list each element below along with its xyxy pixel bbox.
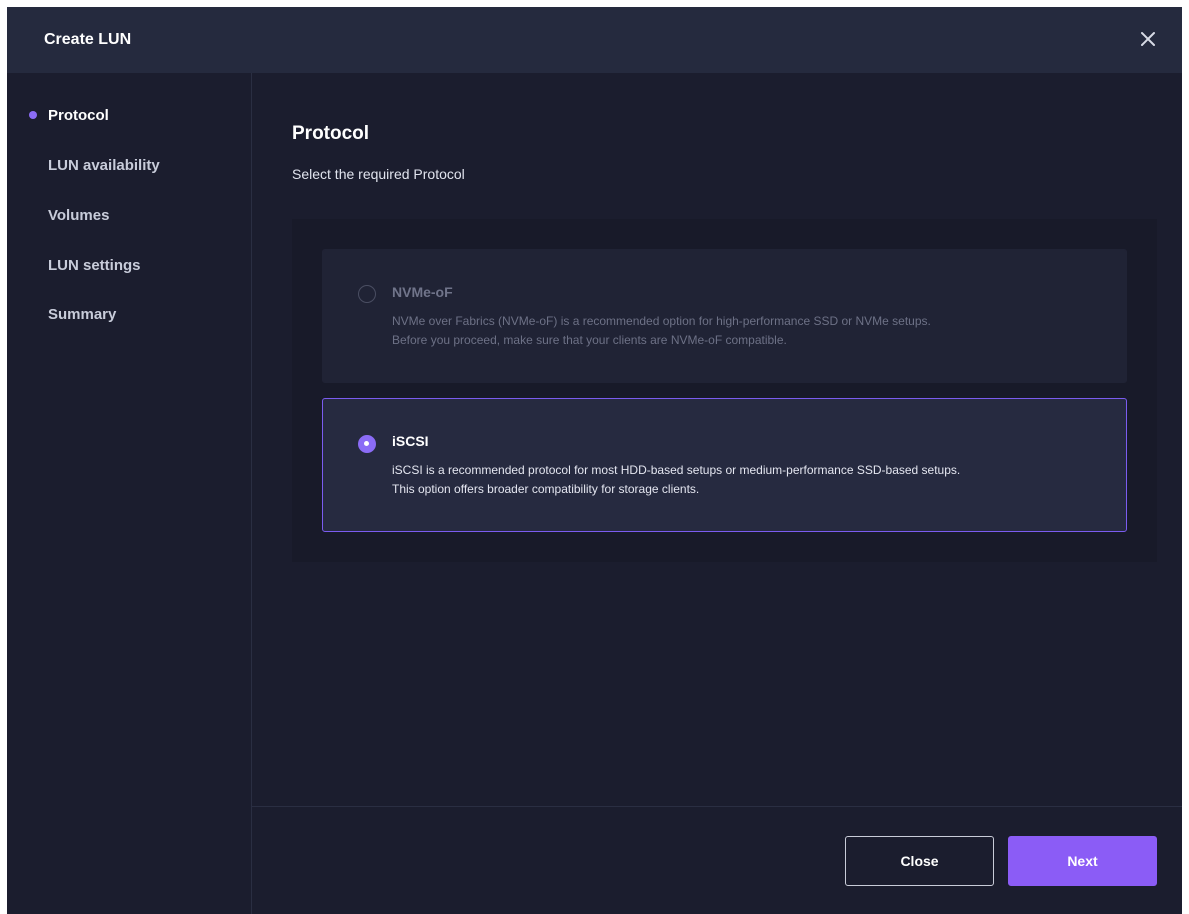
- next-button[interactable]: Next: [1008, 836, 1157, 886]
- option-description-line: Before you proceed, make sure that your …: [392, 333, 787, 347]
- wizard-steps-sidebar: Protocol LUN availability Volumes LUN se…: [7, 73, 252, 914]
- active-step-dot-icon: [29, 111, 37, 119]
- option-title: NVMe-oF: [392, 284, 453, 300]
- close-icon[interactable]: [1136, 27, 1160, 51]
- radio-iscsi[interactable]: [358, 435, 376, 453]
- option-title: iSCSI: [392, 433, 429, 449]
- step-volumes[interactable]: Volumes: [48, 207, 109, 224]
- dialog-header: Create LUN: [7, 7, 1182, 73]
- option-description-line: iSCSI is a recommended protocol for most…: [392, 463, 961, 477]
- main-content: Protocol Select the required Protocol NV…: [252, 73, 1182, 914]
- page-title: Protocol: [292, 123, 370, 144]
- create-lun-dialog: Create LUN Protocol LUN availability Vol…: [7, 7, 1182, 914]
- option-description-line: This option offers broader compatibility…: [392, 482, 700, 496]
- dialog-footer: Close Next: [252, 806, 1182, 914]
- option-description-line: NVMe over Fabrics (NVMe-oF) is a recomme…: [392, 314, 931, 328]
- close-button[interactable]: Close: [845, 836, 994, 886]
- option-iscsi[interactable]: iSCSI iSCSI is a recommended protocol fo…: [322, 398, 1127, 532]
- option-description: NVMe over Fabrics (NVMe-oF) is a recomme…: [392, 312, 1092, 350]
- step-protocol[interactable]: Protocol: [48, 107, 109, 124]
- page-subtitle: Select the required Protocol: [292, 166, 465, 182]
- option-nvme-of[interactable]: NVMe-oF NVMe over Fabrics (NVMe-oF) is a…: [322, 249, 1127, 383]
- step-lun-settings[interactable]: LUN settings: [48, 257, 141, 274]
- step-lun-availability[interactable]: LUN availability: [48, 157, 160, 174]
- option-description: iSCSI is a recommended protocol for most…: [392, 461, 1092, 499]
- protocol-options-panel: NVMe-oF NVMe over Fabrics (NVMe-oF) is a…: [292, 219, 1157, 562]
- dialog-title: Create LUN: [44, 31, 132, 48]
- step-summary[interactable]: Summary: [48, 306, 116, 323]
- radio-nvme-of[interactable]: [358, 285, 376, 303]
